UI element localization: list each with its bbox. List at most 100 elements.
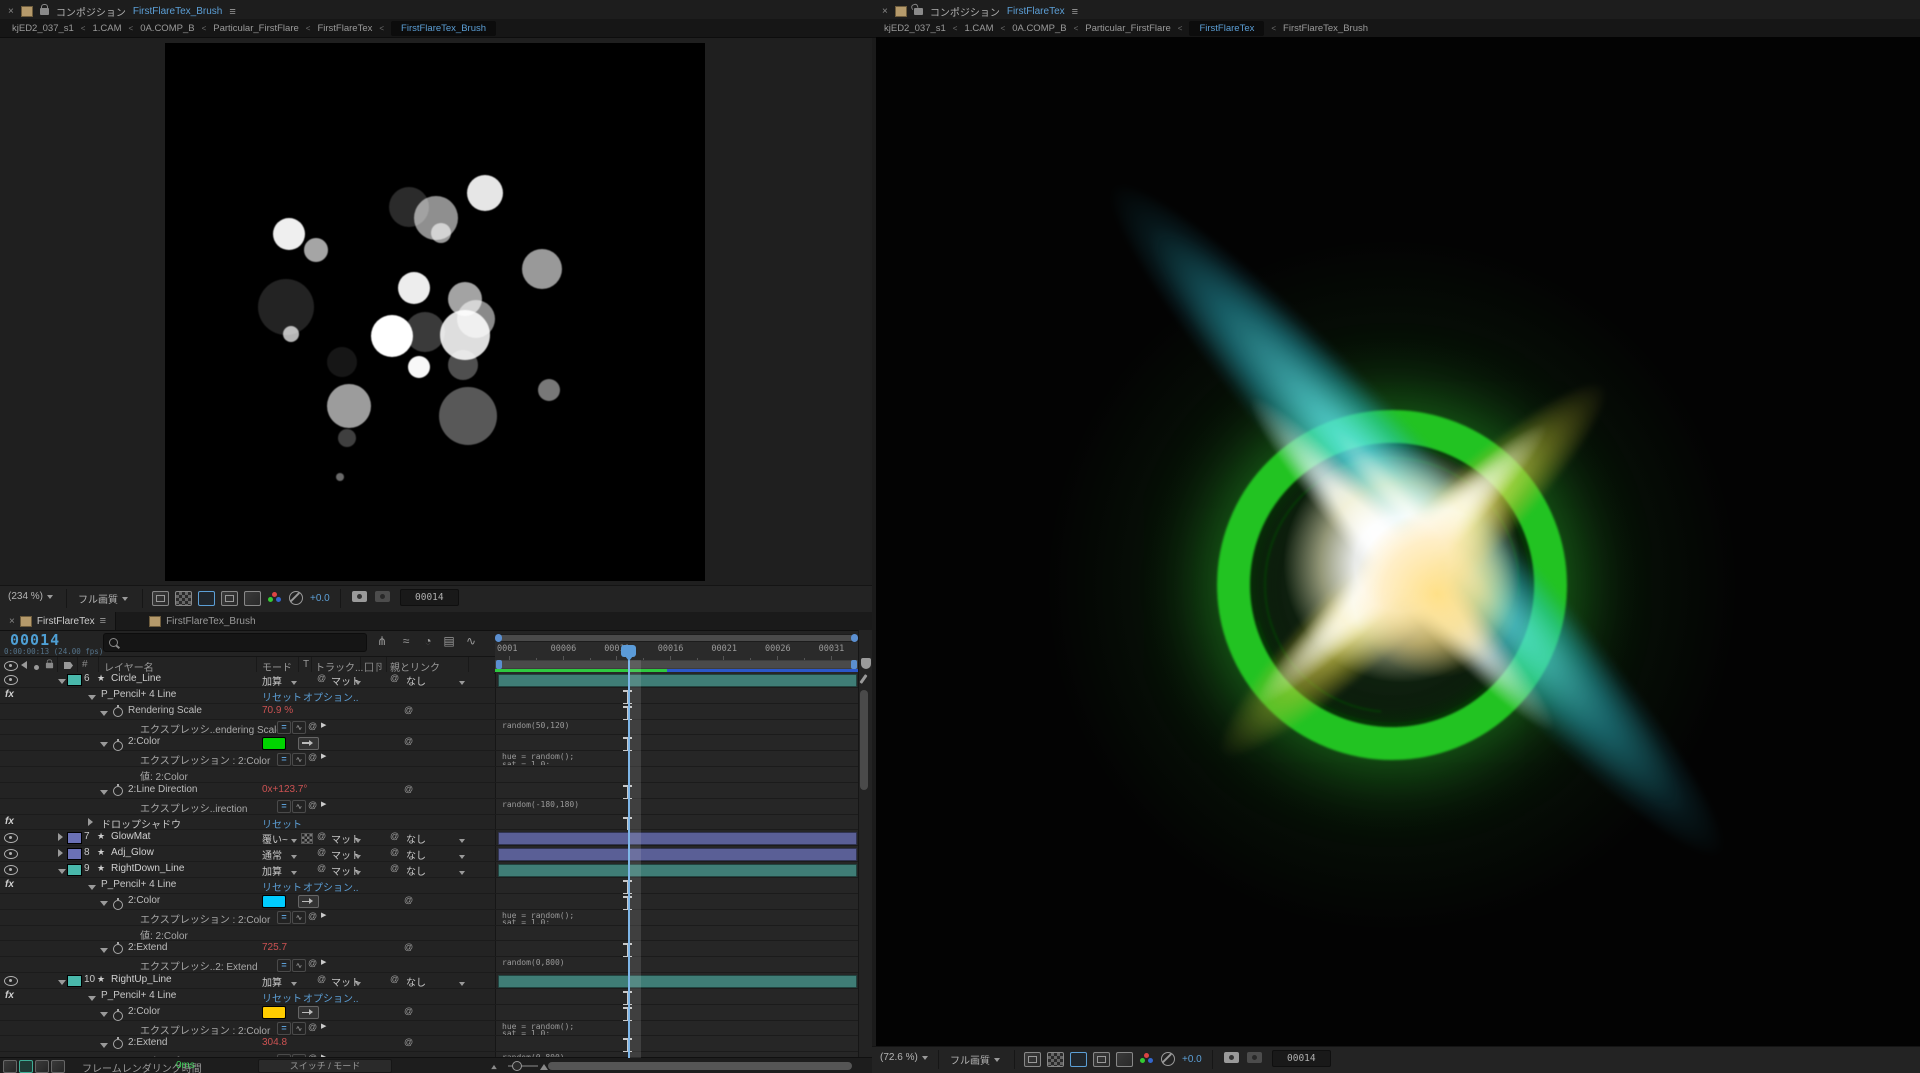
shift-channels-icon[interactable] — [298, 737, 319, 750]
parent-dropdown[interactable]: なし — [406, 847, 426, 862]
switches-modes-button[interactable]: スイッチ / モード — [258, 1059, 392, 1073]
property-pickwhip-icon[interactable]: @ — [404, 784, 413, 794]
twirl-down-icon[interactable] — [100, 945, 108, 956]
timeline-row[interactable]: fxP_Pencil+ 4 Lineリセットオプション.. — [0, 878, 858, 894]
twirl-down-icon[interactable] — [58, 977, 66, 988]
twirl-down-icon[interactable] — [88, 692, 96, 703]
trkmat-caret-icon[interactable] — [355, 677, 361, 688]
expression-graph-button[interactable]: ∿ — [292, 753, 306, 766]
expression-text[interactable]: random(0,800) — [502, 959, 565, 971]
expression-language-button[interactable]: ▶ — [321, 911, 326, 919]
mode-dropdown[interactable]: 覆い~ — [262, 831, 288, 846]
snapshot-icon[interactable] — [352, 591, 367, 602]
close-panel-icon[interactable]: × — [882, 6, 888, 17]
row-track[interactable]: random(0,800) — [495, 957, 859, 972]
work-area-end-handle[interactable] — [851, 660, 857, 669]
parent-pickwhip-icon[interactable]: @ — [390, 863, 399, 873]
search-input[interactable] — [126, 635, 350, 650]
timeline-row[interactable]: エクスプレッシ..endering Scale=∿@▶random(50,120… — [0, 720, 858, 736]
property-pickwhip-icon[interactable]: @ — [404, 1037, 413, 1047]
close-panel-icon[interactable]: × — [8, 6, 14, 17]
composition-canvas[interactable] — [165, 43, 705, 581]
eye-toggle[interactable] — [4, 675, 18, 688]
exposure-reset-icon[interactable] — [1161, 1052, 1175, 1066]
lock-icon[interactable] — [40, 8, 49, 15]
row-track[interactable] — [495, 815, 859, 830]
region-of-interest-icon[interactable] — [198, 591, 215, 606]
layer-color-swatch[interactable] — [67, 975, 82, 987]
row-track[interactable] — [495, 783, 859, 798]
timeline-row[interactable]: 2:Extend725.7@ — [0, 941, 858, 957]
lock-column-icon[interactable] — [46, 663, 53, 669]
choose-grid-icon[interactable] — [152, 591, 169, 606]
channel-colors-icon[interactable] — [268, 592, 282, 604]
twirl-down-icon[interactable] — [100, 1040, 108, 1051]
label-column-icon[interactable] — [64, 662, 73, 669]
mode-dropdown[interactable]: 通常 — [262, 847, 282, 862]
expression-language-button[interactable]: ▶ — [321, 800, 326, 808]
timeline-zoom-knob[interactable] — [512, 1061, 522, 1071]
timeline-row[interactable]: エクスプレッシ..irection=∿@▶random(-180,180) — [0, 799, 858, 815]
parent-dropdown[interactable]: なし — [406, 863, 426, 878]
composition-flowchart-icon[interactable]: ⋔ — [374, 634, 390, 649]
expression-label[interactable]: エクスプレッション : 2:Color — [140, 1022, 270, 1037]
stopwatch-icon[interactable] — [113, 741, 123, 751]
trkmat-caret-icon[interactable] — [355, 978, 361, 989]
expression-graph-button[interactable]: ∿ — [292, 721, 306, 734]
row-track[interactable] — [495, 1005, 859, 1020]
trkmat-pickwhip-icon[interactable]: @ — [317, 863, 326, 873]
layer-name[interactable]: RightDown_Line — [111, 863, 184, 874]
trkmat-pickwhip-icon[interactable]: @ — [317, 831, 326, 841]
property-name[interactable]: 2:Color — [128, 1006, 160, 1017]
horizontal-scrollbar[interactable] — [548, 1062, 852, 1070]
zoom-dropdown[interactable]: (72.6 %) — [880, 1052, 928, 1063]
timeline-row[interactable]: fxP_Pencil+ 4 Lineリセットオプション.. — [0, 688, 858, 704]
expand-switches-icon[interactable] — [3, 1060, 17, 1073]
stopwatch-icon[interactable] — [113, 786, 123, 796]
layer-color-swatch[interactable] — [67, 832, 82, 844]
color-swatch[interactable] — [262, 737, 286, 750]
layer-duration-bar[interactable] — [498, 848, 857, 861]
stopwatch-icon[interactable] — [113, 944, 123, 954]
twirl-down-icon[interactable] — [88, 993, 96, 1004]
breadcrumb-item[interactable]: FirstFlareTex — [1189, 21, 1264, 36]
breadcrumb-item[interactable]: Particular_FirstFlare — [213, 23, 299, 34]
region-of-interest-icon[interactable] — [1070, 1052, 1087, 1067]
row-track[interactable] — [495, 704, 859, 719]
expression-enable-button[interactable]: = — [277, 911, 291, 924]
twirl-down-icon[interactable] — [100, 739, 108, 750]
row-track[interactable] — [495, 878, 859, 893]
expression-graph-button[interactable]: ∿ — [292, 1022, 306, 1035]
parent-dropdown[interactable]: なし — [406, 831, 426, 846]
shift-channels-icon[interactable] — [298, 895, 319, 908]
trkmat-caret-icon[interactable] — [355, 851, 361, 862]
timeline-row[interactable]: 7★GlowMat覆い~@マット@なし — [0, 830, 858, 846]
snapshot-icon[interactable] — [1224, 1052, 1239, 1063]
property-name[interactable]: 2:Extend — [128, 1037, 167, 1048]
layer-color-swatch[interactable] — [67, 848, 82, 860]
effect-reset-link[interactable]: リセット — [262, 689, 302, 704]
expression-text[interactable]: hue = random(); sat = 1.0; — [502, 912, 574, 924]
trkmat-pickwhip-icon[interactable]: @ — [317, 847, 326, 857]
twirl-right-icon[interactable] — [58, 849, 63, 860]
mode-caret-icon[interactable] — [291, 851, 297, 862]
mode-dropdown[interactable]: 加算 — [262, 863, 282, 878]
expression-text[interactable]: hue = random(); sat = 1.0; — [502, 753, 574, 765]
effect-name[interactable]: P_Pencil+ 4 Line — [101, 990, 176, 1001]
t-column-label[interactable]: T — [303, 659, 309, 670]
timeline-row[interactable]: 2:Color@ — [0, 735, 858, 751]
eye-toggle[interactable] — [4, 976, 18, 989]
effect-reset-link[interactable]: リセット — [262, 879, 302, 894]
expression-pickwhip-icon[interactable]: @ — [308, 958, 317, 968]
twirl-down-icon[interactable] — [58, 866, 66, 877]
stopwatch-icon[interactable] — [113, 707, 123, 717]
row-track[interactable] — [495, 672, 859, 687]
expression-pickwhip-icon[interactable]: @ — [308, 911, 317, 921]
zoom-in-icon[interactable] — [540, 1064, 548, 1070]
expression-enable-button[interactable]: = — [277, 1022, 291, 1035]
expression-label[interactable]: エクスプレッシ..2: Extend — [140, 958, 258, 973]
parent-caret-icon[interactable] — [459, 978, 465, 989]
transparency-grid-icon[interactable] — [175, 591, 192, 606]
mode-dropdown[interactable]: 加算 — [262, 673, 282, 688]
comp-marker-icon[interactable] — [861, 658, 871, 669]
